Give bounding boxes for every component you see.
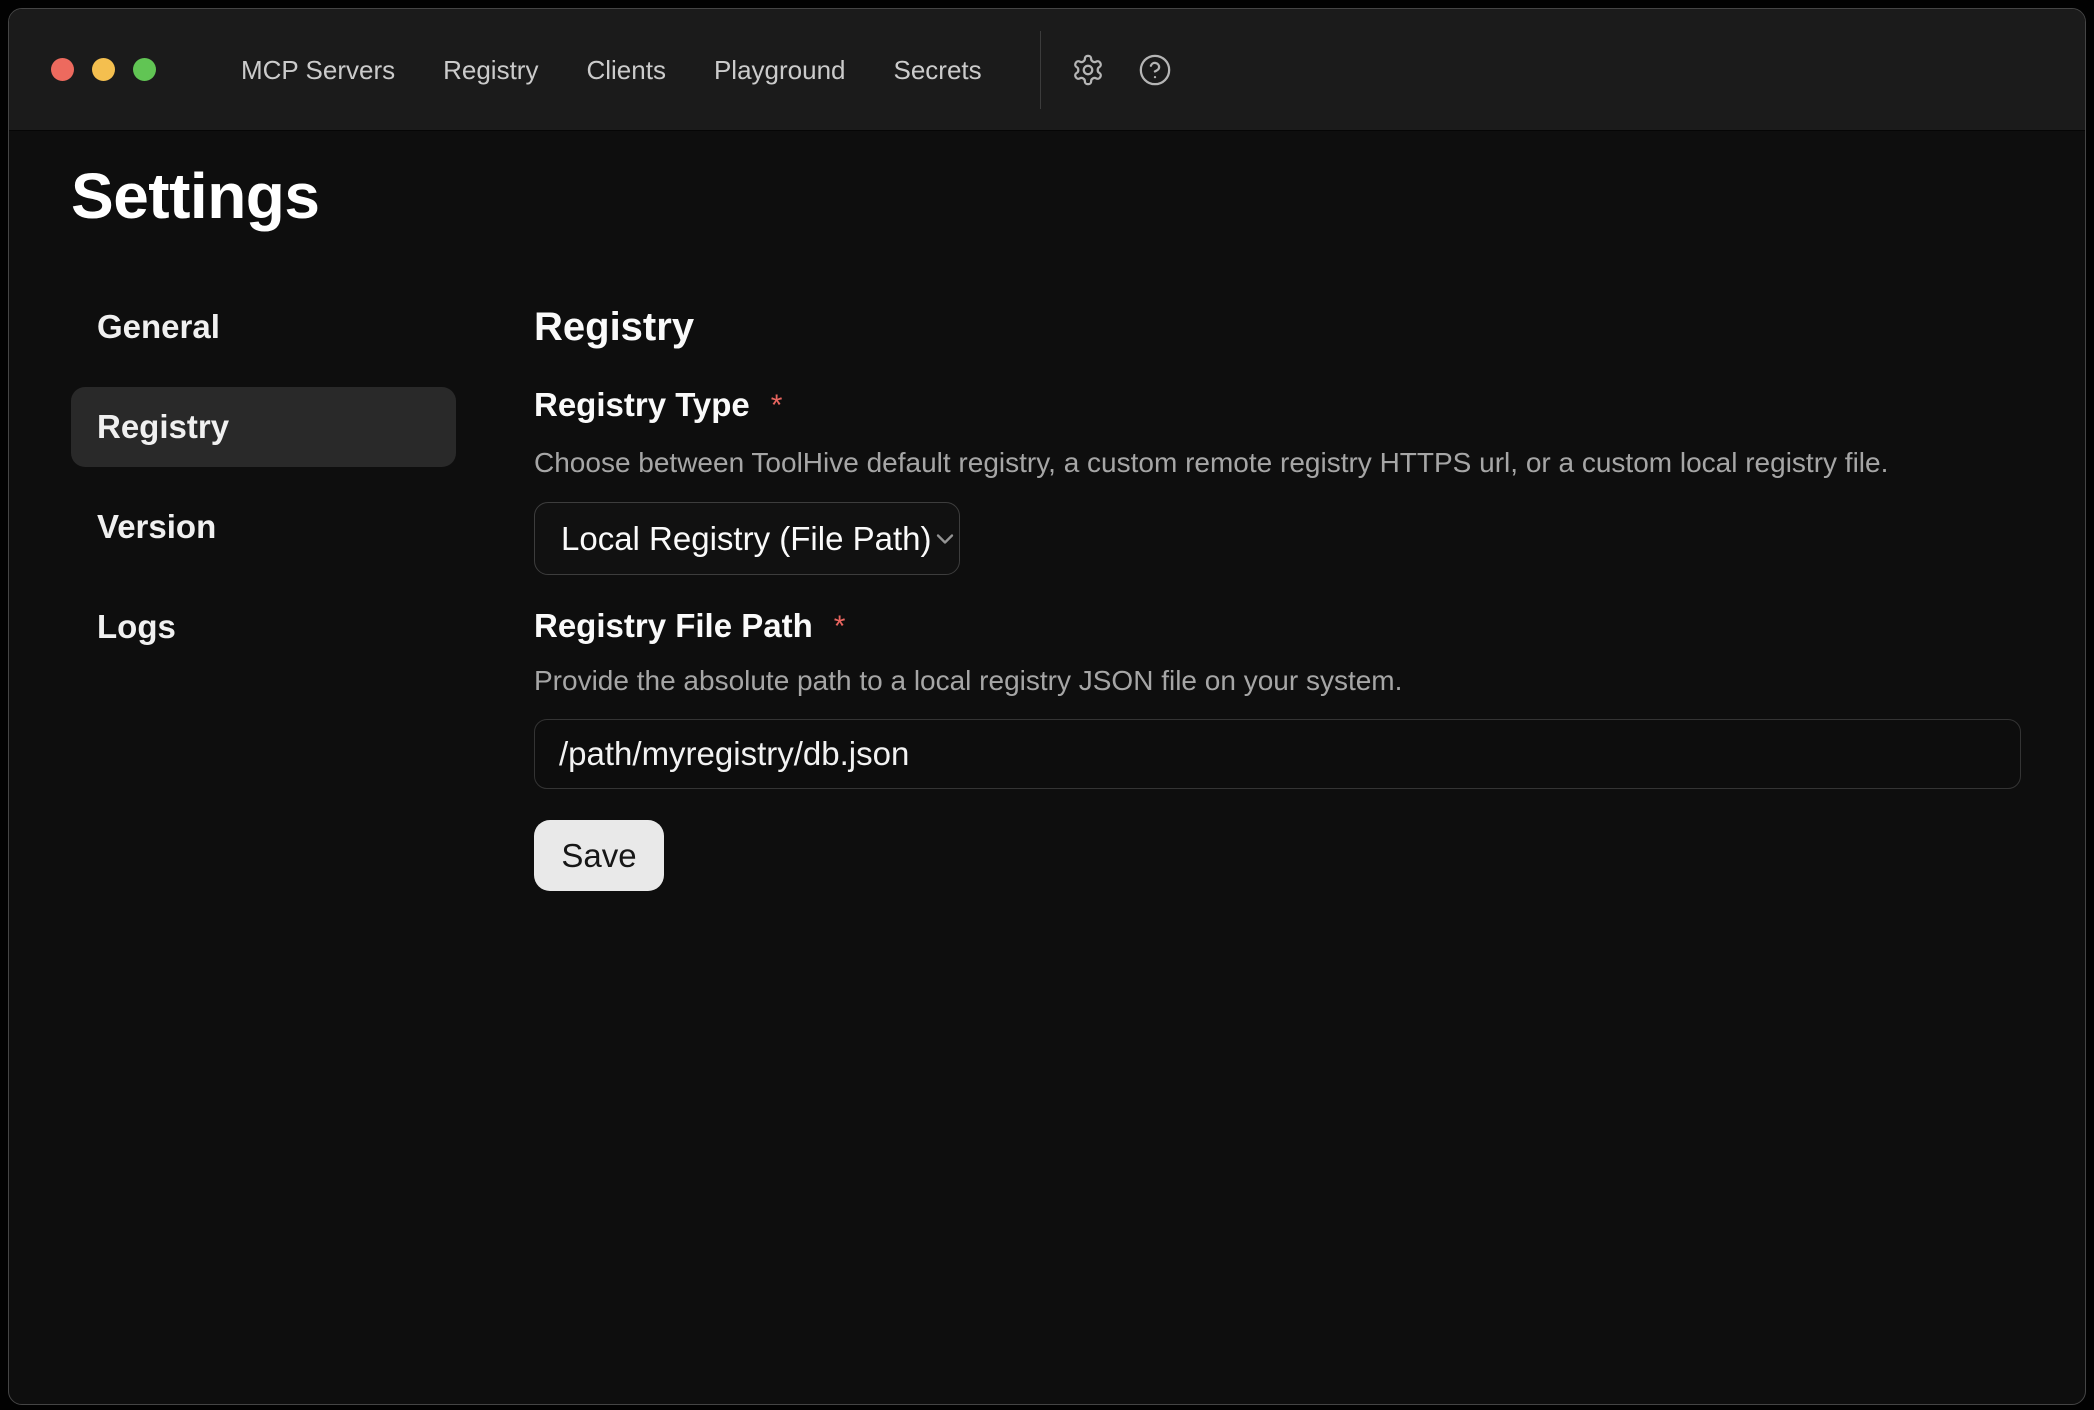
settings-sidebar: General Registry Version Logs — [71, 287, 456, 687]
minimize-window-button[interactable] — [92, 58, 115, 81]
registry-type-description: Choose between ToolHive default registry… — [534, 444, 2026, 482]
required-asterisk: * — [834, 607, 846, 647]
settings-panel-registry: Registry Registry Type * Choose between … — [534, 287, 2026, 891]
registry-type-select-value: Local Registry (File Path) — [561, 520, 931, 558]
registry-file-path-description: Provide the absolute path to a local reg… — [534, 662, 2026, 700]
nav-item-clients[interactable]: Clients — [586, 54, 665, 86]
registry-type-select[interactable]: Local Registry (File Path) — [534, 502, 960, 575]
close-window-button[interactable] — [51, 58, 74, 81]
registry-file-path-label: Registry File Path — [534, 606, 813, 646]
registry-file-path-label-row: Registry File Path * — [534, 606, 2026, 646]
sidebar-item-label: General — [97, 308, 220, 346]
traffic-lights — [51, 58, 156, 81]
registry-type-label-row: Registry Type * — [534, 385, 2026, 425]
sidebar-item-label: Logs — [97, 608, 176, 646]
gear-icon — [1071, 53, 1105, 87]
registry-file-path-input[interactable] — [534, 719, 2021, 789]
registry-type-label: Registry Type — [534, 385, 750, 425]
nav-item-mcp-servers[interactable]: MCP Servers — [241, 54, 395, 86]
nav-item-secrets[interactable]: Secrets — [894, 54, 982, 86]
page-title: Settings — [71, 159, 319, 233]
sidebar-item-label: Version — [97, 508, 216, 546]
titlebar-divider — [1040, 31, 1041, 109]
help-button[interactable] — [1135, 50, 1175, 90]
settings-button[interactable] — [1068, 50, 1108, 90]
titlebar-tools — [1040, 31, 1175, 109]
chevron-down-icon — [931, 525, 959, 553]
zoom-window-button[interactable] — [133, 58, 156, 81]
app-window: MCP Servers Registry Clients Playground … — [8, 8, 2086, 1405]
required-asterisk: * — [771, 386, 783, 426]
sidebar-item-version[interactable]: Version — [71, 487, 456, 567]
help-icon — [1138, 53, 1172, 87]
titlebar: MCP Servers Registry Clients Playground … — [9, 9, 2085, 131]
nav-item-playground[interactable]: Playground — [714, 54, 846, 86]
sidebar-item-logs[interactable]: Logs — [71, 587, 456, 667]
sidebar-item-general[interactable]: General — [71, 287, 456, 367]
save-button[interactable]: Save — [534, 820, 664, 891]
section-heading: Registry — [534, 303, 2026, 351]
nav-item-registry[interactable]: Registry — [443, 54, 538, 86]
sidebar-item-registry[interactable]: Registry — [71, 387, 456, 467]
sidebar-item-label: Registry — [97, 408, 229, 446]
top-nav: MCP Servers Registry Clients Playground … — [241, 54, 982, 86]
